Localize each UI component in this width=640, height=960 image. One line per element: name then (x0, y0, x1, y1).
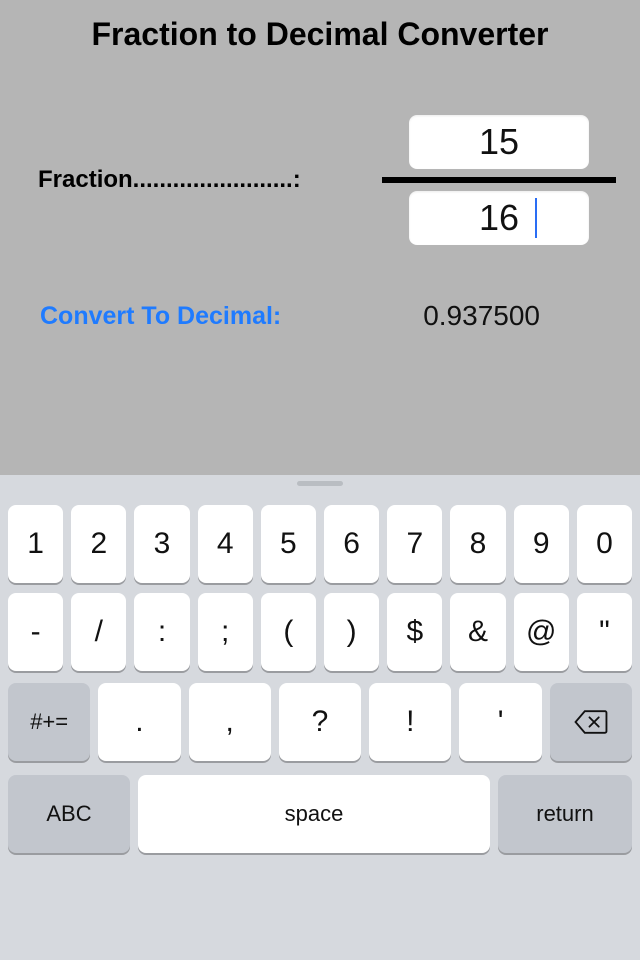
key-at[interactable]: @ (514, 593, 569, 671)
key-delete[interactable] (550, 683, 632, 761)
key-question[interactable]: ? (279, 683, 361, 761)
text-cursor (535, 198, 537, 238)
keyboard-row-1: 1 2 3 4 5 6 7 8 9 0 (8, 505, 632, 583)
page-title: Fraction to Decimal Converter (0, 0, 640, 53)
keyboard-row-2: - / : ; ( ) $ & @ " (8, 593, 632, 671)
key-ampersand[interactable]: & (450, 593, 505, 671)
key-slash[interactable]: / (71, 593, 126, 671)
key-abc[interactable]: ABC (8, 775, 130, 853)
fraction-row: Fraction........................: (0, 105, 640, 255)
key-dollar[interactable]: $ (387, 593, 442, 671)
denominator-wrap (409, 191, 589, 245)
denominator-input[interactable] (409, 191, 589, 245)
key-comma[interactable]: , (189, 683, 271, 761)
key-period[interactable]: . (98, 683, 180, 761)
key-space[interactable]: space (138, 775, 490, 853)
decimal-result: 0.937500 (423, 300, 600, 332)
key-0[interactable]: 0 (577, 505, 632, 583)
keyboard: 1 2 3 4 5 6 7 8 9 0 - / : ; ( ) $ & @ " … (0, 475, 640, 960)
content-area: Fraction to Decimal Converter Fraction..… (0, 0, 640, 475)
keyboard-grabber-icon[interactable] (297, 481, 343, 486)
key-return[interactable]: return (498, 775, 632, 853)
key-quote[interactable]: " (577, 593, 632, 671)
result-row: Convert To Decimal: 0.937500 (0, 300, 640, 332)
key-exclaim[interactable]: ! (369, 683, 451, 761)
key-9[interactable]: 9 (514, 505, 569, 583)
fraction-label: Fraction........................: (38, 166, 301, 194)
convert-label[interactable]: Convert To Decimal: (40, 302, 281, 331)
key-colon[interactable]: : (134, 593, 189, 671)
key-5[interactable]: 5 (261, 505, 316, 583)
key-symbols[interactable]: #+= (8, 683, 90, 761)
fraction-box (380, 105, 618, 255)
key-close-paren[interactable]: ) (324, 593, 379, 671)
key-8[interactable]: 8 (450, 505, 505, 583)
keyboard-row-4: ABC space return (8, 775, 632, 853)
key-6[interactable]: 6 (324, 505, 379, 583)
key-semicolon[interactable]: ; (198, 593, 253, 671)
key-apostrophe[interactable]: ' (459, 683, 541, 761)
key-2[interactable]: 2 (71, 505, 126, 583)
backspace-icon (574, 709, 608, 735)
key-dash[interactable]: - (8, 593, 63, 671)
keyboard-row-3: #+= . , ? ! ' (8, 683, 632, 761)
key-4[interactable]: 4 (198, 505, 253, 583)
key-7[interactable]: 7 (387, 505, 442, 583)
fraction-bar (382, 177, 616, 183)
key-1[interactable]: 1 (8, 505, 63, 583)
key-3[interactable]: 3 (134, 505, 189, 583)
numerator-input[interactable] (409, 115, 589, 169)
app-root: Fraction to Decimal Converter Fraction..… (0, 0, 640, 960)
key-open-paren[interactable]: ( (261, 593, 316, 671)
